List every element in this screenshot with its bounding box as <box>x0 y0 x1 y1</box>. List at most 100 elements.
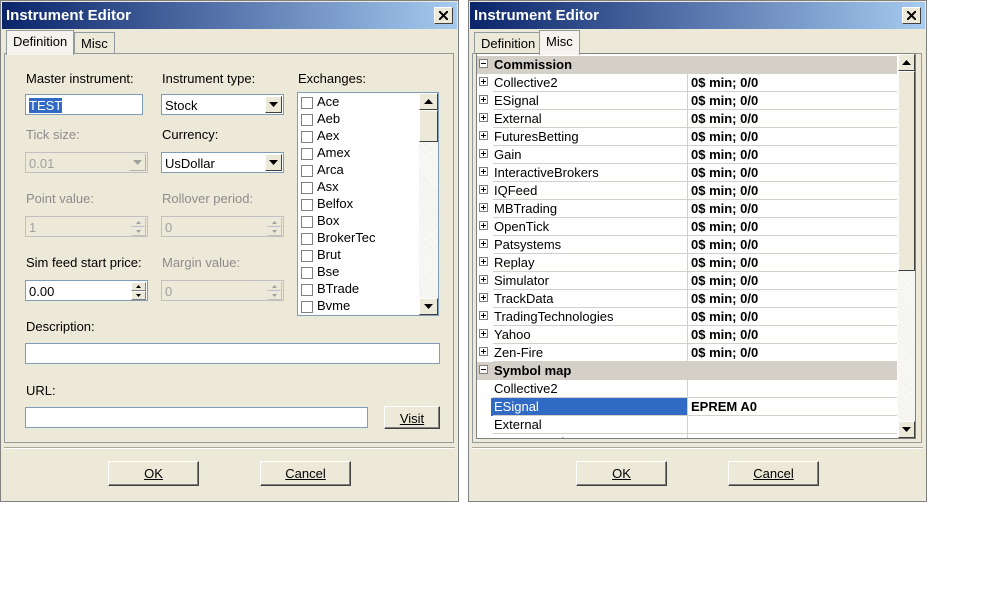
url-input[interactable] <box>25 407 368 428</box>
exchanges-scrollbar[interactable] <box>419 93 438 315</box>
property-row[interactable]: Zen-Fire 0$ min; 0/0 <box>477 344 897 362</box>
currency-dropdown-button[interactable] <box>265 154 282 171</box>
sim-price-spin-down[interactable] <box>131 291 146 300</box>
property-row[interactable]: IQFeed 0$ min; 0/0 <box>477 182 897 200</box>
expand-icon[interactable] <box>479 167 488 176</box>
property-row[interactable]: Gain 0$ min; 0/0 <box>477 146 897 164</box>
expand-icon[interactable] <box>479 131 488 140</box>
tab-misc[interactable]: Misc <box>539 30 580 55</box>
property-value[interactable]: 0$ min; 0/0 <box>691 273 758 288</box>
property-grid-scrollbar[interactable] <box>898 54 915 438</box>
expand-icon[interactable] <box>479 257 488 266</box>
expand-icon[interactable] <box>479 293 488 302</box>
property-row[interactable]: Collective2 <box>477 380 897 398</box>
expand-icon[interactable] <box>479 149 488 158</box>
property-value[interactable]: 0$ min; 0/0 <box>691 129 758 144</box>
property-value[interactable]: EPREM A0 <box>691 399 757 414</box>
scroll-up-button[interactable] <box>419 93 438 110</box>
property-row[interactable]: Replay 0$ min; 0/0 <box>477 254 897 272</box>
tab-misc[interactable]: Misc <box>74 32 115 54</box>
tab-definition[interactable]: Definition <box>6 30 75 55</box>
expand-icon[interactable] <box>479 95 488 104</box>
property-value[interactable]: 0$ min; 0/0 <box>691 219 758 234</box>
property-value[interactable]: 0$ min; 0/0 <box>691 291 758 306</box>
property-grid[interactable]: Commission Collective2 0$ min; 0/0 ESignal 0… <box>476 53 916 439</box>
expand-icon[interactable] <box>479 239 488 248</box>
checkbox[interactable] <box>301 199 313 211</box>
property-row[interactable]: TrackData 0$ min; 0/0 <box>477 290 897 308</box>
property-row[interactable]: FuturesBetting 0$ min; 0/0 <box>477 128 897 146</box>
checkbox[interactable] <box>301 182 313 194</box>
visit-button[interactable]: Visit <box>384 406 440 429</box>
scroll-down-button[interactable] <box>419 298 438 315</box>
checkbox[interactable] <box>301 267 313 279</box>
checkbox[interactable] <box>301 233 313 245</box>
checkbox[interactable] <box>301 148 313 160</box>
scroll-up-button[interactable] <box>898 54 915 71</box>
property-value[interactable]: 0$ min; 0/0 <box>691 147 758 162</box>
checkbox[interactable] <box>301 284 313 296</box>
property-row[interactable]: OpenTick 0$ min; 0/0 <box>477 218 897 236</box>
property-value[interactable]: 0$ min; 0/0 <box>691 255 758 270</box>
close-button[interactable] <box>902 7 921 24</box>
checkbox[interactable] <box>301 114 313 126</box>
currency-select[interactable]: UsDollar <box>161 152 284 173</box>
checkbox[interactable] <box>301 131 313 143</box>
expand-icon[interactable] <box>479 221 488 230</box>
expand-icon[interactable] <box>479 113 488 122</box>
property-value[interactable]: 0$ min; 0/0 <box>691 93 758 108</box>
instrument-type-dropdown-button[interactable] <box>265 96 282 113</box>
description-input[interactable] <box>25 343 440 364</box>
property-value[interactable]: 0$ min; 0/0 <box>691 183 758 198</box>
property-row[interactable]: ESignal EPREM A0 <box>477 398 897 416</box>
property-row[interactable]: External <box>477 416 897 434</box>
exchanges-list[interactable]: Ace Aeb Aex Amex Arca Asx Belfox Box Bro… <box>297 92 439 316</box>
sim-feed-start-price-input[interactable]: 0.00 <box>25 280 148 301</box>
property-value[interactable]: 0$ min; 0/0 <box>691 237 758 252</box>
cancel-button[interactable]: Cancel <box>728 461 819 486</box>
property-row[interactable]: TradingTechnologies 0$ min; 0/0 <box>477 308 897 326</box>
property-row[interactable]: ESignal 0$ min; 0/0 <box>477 92 897 110</box>
checkbox[interactable] <box>301 250 313 262</box>
collapse-icon[interactable] <box>479 59 488 68</box>
scroll-thumb[interactable] <box>898 71 915 271</box>
property-row[interactable]: Collective2 0$ min; 0/0 <box>477 74 897 92</box>
collapse-icon[interactable] <box>479 365 488 374</box>
expand-icon[interactable] <box>479 77 488 86</box>
property-row[interactable]: MBTrading 0$ min; 0/0 <box>477 200 897 218</box>
expand-icon[interactable] <box>479 311 488 320</box>
instrument-type-select[interactable]: Stock <box>161 94 284 115</box>
property-value[interactable]: 0$ min; 0/0 <box>691 75 758 90</box>
checkbox[interactable] <box>301 165 313 177</box>
category-commission[interactable]: Commission <box>477 56 897 74</box>
category-symbol-map[interactable]: Symbol map <box>477 362 897 380</box>
property-value[interactable]: 0$ min; 0/0 <box>691 345 758 360</box>
property-row[interactable]: Simulator 0$ min; 0/0 <box>477 272 897 290</box>
property-row[interactable]: InteractiveBrokers 0$ min; 0/0 <box>477 164 897 182</box>
property-value[interactable]: 0$ min; 0/0 <box>691 201 758 216</box>
property-row[interactable]: Yahoo 0$ min; 0/0 <box>477 326 897 344</box>
cancel-button[interactable]: Cancel <box>260 461 351 486</box>
scroll-thumb[interactable] <box>419 110 438 142</box>
property-row[interactable]: Patsystems 0$ min; 0/0 <box>477 236 897 254</box>
expand-icon[interactable] <box>479 275 488 284</box>
close-button[interactable] <box>434 7 453 24</box>
checkbox[interactable] <box>301 97 313 109</box>
expand-icon[interactable] <box>479 203 488 212</box>
checkbox[interactable] <box>301 216 313 228</box>
property-row[interactable]: External 0$ min; 0/0 <box>477 110 897 128</box>
tab-definition[interactable]: Definition <box>474 32 543 54</box>
ok-button[interactable]: OK <box>576 461 667 486</box>
checkbox[interactable] <box>301 301 313 313</box>
property-value[interactable]: 0$ min; 0/0 <box>691 165 758 180</box>
property-value[interactable]: 0$ min; 0/0 <box>691 309 758 324</box>
expand-icon[interactable] <box>479 329 488 338</box>
scroll-down-button[interactable] <box>898 421 915 438</box>
expand-icon[interactable] <box>479 185 488 194</box>
expand-icon[interactable] <box>479 347 488 356</box>
property-value[interactable]: 0$ min; 0/0 <box>691 327 758 342</box>
property-value[interactable]: 0$ min; 0/0 <box>691 111 758 126</box>
property-row[interactable]: FuturesBetting <box>477 434 897 438</box>
sim-price-spin-up[interactable] <box>131 282 146 291</box>
ok-button[interactable]: OK <box>108 461 199 486</box>
